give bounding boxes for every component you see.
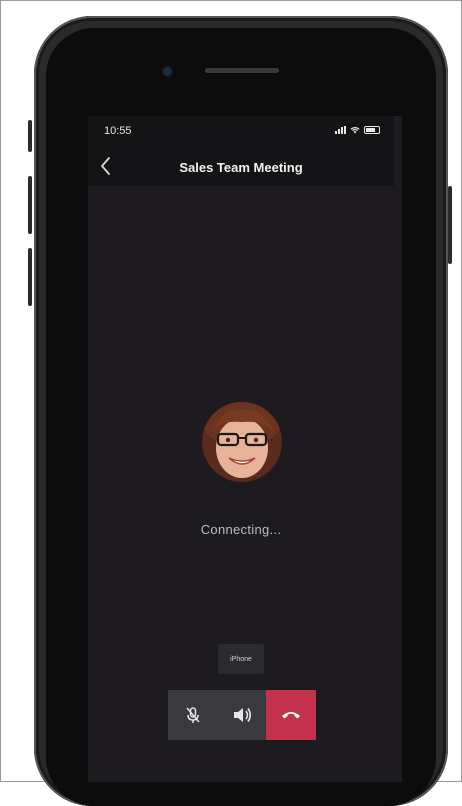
microphone-muted-icon xyxy=(185,707,200,723)
volume-down-button xyxy=(28,248,32,306)
status-indicators xyxy=(335,126,380,134)
wifi-icon xyxy=(350,127,360,134)
call-controls xyxy=(168,690,316,740)
mute-switch xyxy=(28,120,32,152)
earpiece-speaker xyxy=(205,68,279,73)
end-call-button[interactable] xyxy=(266,690,316,740)
call-screen: 10:55 Sales Team Meeting Connecting... i… xyxy=(88,116,402,782)
call-header: 10:55 Sales Team Meeting xyxy=(88,116,394,186)
participant-avatar xyxy=(202,402,282,482)
audio-device-button[interactable]: iPhone xyxy=(218,644,264,674)
mute-button[interactable] xyxy=(168,690,217,740)
power-button xyxy=(448,186,452,264)
audio-device-label: iPhone xyxy=(230,655,252,663)
end-call-icon xyxy=(282,712,300,719)
cellular-signal-icon xyxy=(335,126,346,134)
battery-icon xyxy=(364,126,380,134)
front-camera xyxy=(163,67,172,76)
status-time: 10:55 xyxy=(104,125,132,137)
volume-up-button xyxy=(28,176,32,234)
call-status-text: Connecting... xyxy=(200,522,282,537)
speaker-icon xyxy=(233,708,251,722)
meeting-title: Sales Team Meeting xyxy=(179,160,303,175)
speaker-button[interactable] xyxy=(217,690,266,740)
